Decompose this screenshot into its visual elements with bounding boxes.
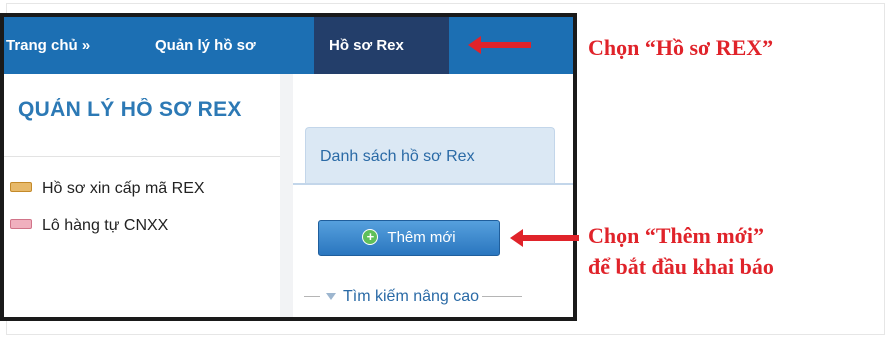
callout-line-2: để bắt đầu khai báo <box>588 254 774 279</box>
sidebar-item-label: Lô hàng tự CNXX <box>42 217 169 234</box>
callout-line-1: Chọn “Thêm mới” <box>588 223 764 248</box>
nav-rex-profiles-tab[interactable]: Hồ sơ Rex <box>314 17 449 74</box>
advanced-search-toggle[interactable]: Tìm kiếm nâng cao <box>304 288 523 306</box>
new-badge-icon <box>10 218 32 229</box>
add-new-label: Thêm mới <box>387 229 456 246</box>
screenshot-frame: Trang chủ » Quản lý hồ sơ Hồ sơ Rex QUẢN… <box>0 13 577 321</box>
page-border-top <box>6 3 885 4</box>
new-badge-icon <box>10 181 32 192</box>
sidebar-divider <box>4 156 280 157</box>
arrow-left-icon <box>510 229 579 247</box>
tab-rex-profile-list[interactable]: Danh sách hồ sơ Rex <box>305 127 555 183</box>
add-new-button[interactable]: + Thêm mới <box>318 220 500 256</box>
sidebar-heading: QUẢN LÝ HỒ SƠ REX <box>18 98 242 121</box>
arrow-left-icon <box>468 36 531 54</box>
sidebar-panel: QUẢN LÝ HỒ SƠ REX Hồ sơ xin cấp mã REX L… <box>4 74 280 317</box>
divider-line <box>304 296 320 298</box>
callout-select-rex: Chọn “Hồ sơ REX” <box>588 35 774 60</box>
nav-manage-profiles-link[interactable]: Quản lý hồ sơ <box>155 17 256 74</box>
page-border-bottom <box>6 334 885 335</box>
plus-icon: + <box>362 229 379 246</box>
advanced-search-label: Tìm kiếm nâng cao <box>343 288 480 305</box>
nav-home-link[interactable]: Trang chủ » <box>6 17 90 74</box>
page-border-right <box>884 3 885 335</box>
sidebar-item-label: Hồ sơ xin cấp mã REX <box>42 180 205 197</box>
callout-add-new: Chọn “Thêm mới” để bắt đầu khai báo <box>588 220 774 282</box>
sidebar-item-self-certified-shipment[interactable]: Lô hàng tự CNXX <box>10 217 276 235</box>
sidebar-item-rex-application[interactable]: Hồ sơ xin cấp mã REX <box>10 180 276 198</box>
main-content: Danh sách hồ sơ Rex + Thêm mới Tìm kiếm n… <box>293 74 573 317</box>
divider-line <box>482 296 523 298</box>
triangle-down-icon <box>326 293 336 301</box>
tab-underline <box>293 183 573 185</box>
